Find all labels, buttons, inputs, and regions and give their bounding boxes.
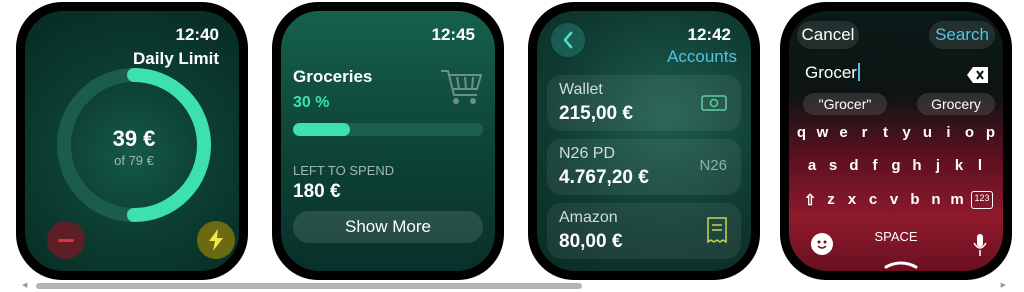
key[interactable]: i xyxy=(938,124,959,141)
minus-icon xyxy=(58,238,74,242)
key[interactable]: r xyxy=(854,124,875,141)
key[interactable]: z xyxy=(820,191,841,209)
show-more-button[interactable]: Show More xyxy=(293,211,483,243)
watch-accounts: 12:42 Accounts Wallet 215,00 € N26 PD 4.… xyxy=(528,2,760,280)
search-input[interactable]: Grocer xyxy=(805,63,860,83)
account-row-wallet[interactable]: Wallet 215,00 € xyxy=(547,75,741,131)
watch-search-keyboard: Cancel Search Grocer "Grocer" Grocery qw… xyxy=(780,2,1012,280)
key[interactable]: s xyxy=(823,157,844,174)
keyboard-row-3: ⇧ z x c v b n m 123 xyxy=(789,191,1003,209)
key[interactable]: x xyxy=(841,191,862,209)
page-title: Accounts xyxy=(667,47,737,66)
key[interactable]: o xyxy=(959,124,980,141)
key[interactable]: m xyxy=(946,191,967,209)
key[interactable]: w xyxy=(812,124,833,141)
scrollbar-thumb[interactable] xyxy=(36,283,582,289)
limit-total: of 79 € xyxy=(114,153,154,168)
back-button[interactable] xyxy=(551,23,585,57)
scroll-left-icon[interactable]: ◀ xyxy=(22,282,27,289)
budget-progress-fill xyxy=(293,123,350,136)
key[interactable]: n xyxy=(925,191,946,209)
account-name: Amazon xyxy=(559,209,618,226)
key[interactable]: b xyxy=(904,191,925,209)
key[interactable]: p xyxy=(980,124,1001,141)
clock: 12:45 xyxy=(431,25,475,44)
swipe-indicator xyxy=(884,261,918,269)
n26-icon: N26 xyxy=(699,157,727,174)
amount-spent: 39 € xyxy=(112,126,156,151)
key[interactable]: d xyxy=(844,157,865,174)
key[interactable]: l xyxy=(970,157,991,174)
key[interactable]: e xyxy=(833,124,854,141)
numbers-key[interactable]: 123 xyxy=(971,191,993,209)
page-title: Daily Limit xyxy=(133,49,219,68)
screen-daily-limit: 12:40 Daily Limit 39 € of 79 € xyxy=(25,11,239,271)
key[interactable]: q xyxy=(791,124,812,141)
account-row-n26[interactable]: N26 PD 4.767,20 € N26 xyxy=(547,139,741,195)
screen-groceries: 12:45 Groceries 30 % LEFT TO SPEND 180 €… xyxy=(281,11,495,271)
key[interactable]: h xyxy=(907,157,928,174)
scroll-right-icon[interactable]: ▶ xyxy=(1001,282,1006,289)
receipt-icon xyxy=(707,217,727,243)
keyboard-row-2: asdfghjkl xyxy=(789,157,1003,174)
lightning-icon xyxy=(209,229,223,251)
watch-daily-limit: 12:40 Daily Limit 39 € of 79 € xyxy=(16,2,248,280)
account-balance: 4.767,20 € xyxy=(559,167,649,188)
category-percent: 30 % xyxy=(293,94,330,111)
key[interactable]: y xyxy=(896,124,917,141)
account-balance: 80,00 € xyxy=(559,231,623,252)
chevron-left-icon xyxy=(563,31,573,49)
left-to-spend-amount: 180 € xyxy=(293,181,341,202)
key[interactable]: j xyxy=(928,157,949,174)
minus-button[interactable] xyxy=(47,221,85,259)
budget-progress-bar xyxy=(293,123,483,136)
search-text: Grocer xyxy=(805,63,857,82)
boost-button[interactable] xyxy=(197,221,235,259)
microphone-icon[interactable] xyxy=(973,233,987,257)
key[interactable]: f xyxy=(865,157,886,174)
cash-icon xyxy=(701,95,727,111)
key[interactable]: u xyxy=(917,124,938,141)
space-key[interactable]: SPACE xyxy=(789,229,1003,244)
category-name: Groceries xyxy=(293,67,373,86)
keyboard-row-1: qwertyuiop xyxy=(789,124,1003,141)
clock: 12:42 xyxy=(687,25,731,44)
key[interactable]: k xyxy=(949,157,970,174)
text-cursor xyxy=(857,63,860,81)
watch-groceries: 12:45 Groceries 30 % LEFT TO SPEND 180 €… xyxy=(272,2,504,280)
shopping-cart-icon xyxy=(441,70,483,104)
key[interactable]: a xyxy=(802,157,823,174)
horizontal-scrollbar[interactable]: ◀ ▶ xyxy=(22,282,1006,289)
account-balance: 215,00 € xyxy=(559,103,633,124)
account-row-amazon[interactable]: Amazon 80,00 € xyxy=(547,203,741,259)
search-button[interactable]: Search xyxy=(929,21,995,49)
delete-icon[interactable] xyxy=(967,67,989,83)
key[interactable]: t xyxy=(875,124,896,141)
account-name: N26 PD xyxy=(559,145,616,162)
key[interactable]: c xyxy=(862,191,883,209)
screen-search: Cancel Search Grocer "Grocer" Grocery qw… xyxy=(789,11,1003,271)
left-to-spend-label: LEFT TO SPEND xyxy=(293,163,395,178)
cancel-button[interactable]: Cancel xyxy=(797,21,859,49)
suggestion-chip[interactable]: Grocery xyxy=(917,93,995,115)
shift-icon[interactable]: ⇧ xyxy=(799,191,820,209)
screen-accounts: 12:42 Accounts Wallet 215,00 € N26 PD 4.… xyxy=(537,11,751,271)
suggestion-chip[interactable]: "Grocer" xyxy=(803,93,887,115)
clock: 12:40 xyxy=(175,25,219,44)
key[interactable]: g xyxy=(886,157,907,174)
key[interactable]: v xyxy=(883,191,904,209)
account-name: Wallet xyxy=(559,81,603,98)
